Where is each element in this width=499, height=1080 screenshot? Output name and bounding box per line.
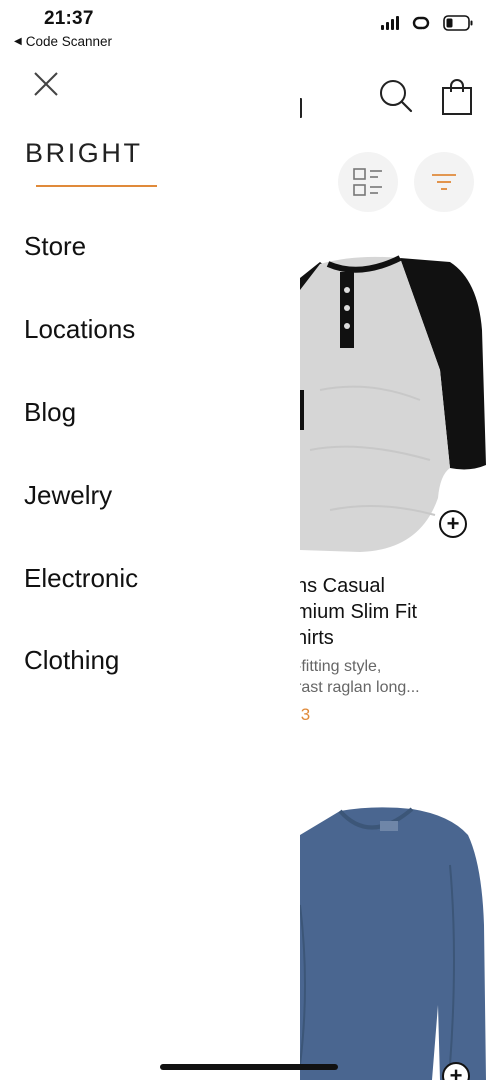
nav-item-locations[interactable]: Locations: [24, 314, 135, 345]
nav-item-electronic[interactable]: Electronic: [24, 563, 138, 594]
plus-icon: +: [449, 1063, 463, 1080]
product-image[interactable]: [300, 805, 499, 1080]
nav-item-blog[interactable]: Blog: [24, 397, 76, 428]
status-time: 21:37: [44, 8, 94, 29]
product-description-line: rast raglan long...: [300, 679, 420, 696]
search-icon[interactable]: [378, 78, 414, 114]
header-title-fragment: [300, 98, 302, 118]
brand-underline: [36, 185, 157, 187]
product-title-line[interactable]: hirts: [300, 627, 334, 650]
product-price: .3: [300, 705, 311, 724]
filter-icon: [432, 174, 456, 190]
nav-item-clothing[interactable]: Clothing: [24, 645, 119, 676]
add-to-cart-button[interactable]: +: [439, 510, 467, 538]
product-image[interactable]: [300, 250, 499, 555]
list-view-button[interactable]: [338, 152, 398, 212]
back-triangle-icon: ◀: [14, 36, 22, 47]
side-drawer: BRIGHT Store Locations Blog Jewelry Elec…: [0, 58, 300, 1080]
back-app-label: Code Scanner: [25, 34, 113, 49]
product-title-line[interactable]: ns Casual: [300, 575, 385, 598]
brand-logo[interactable]: BRIGHT: [25, 138, 143, 169]
filter-button[interactable]: [414, 152, 474, 212]
product-title-line[interactable]: mium Slim Fit: [300, 601, 417, 624]
bag-icon[interactable]: [441, 78, 473, 116]
list-view-icon: [353, 168, 382, 196]
nav-item-store[interactable]: Store: [24, 231, 86, 262]
plus-icon: +: [446, 511, 460, 536]
product-description-line: -fitting style,: [300, 658, 382, 675]
product-page: + ns Casual mium Slim Fit hirts -fitting…: [300, 0, 499, 1080]
close-icon[interactable]: [30, 68, 62, 100]
back-to-app[interactable]: ◀ Code Scanner: [14, 34, 112, 49]
nav-item-jewelry[interactable]: Jewelry: [24, 480, 112, 511]
home-indicator[interactable]: [160, 1064, 338, 1070]
